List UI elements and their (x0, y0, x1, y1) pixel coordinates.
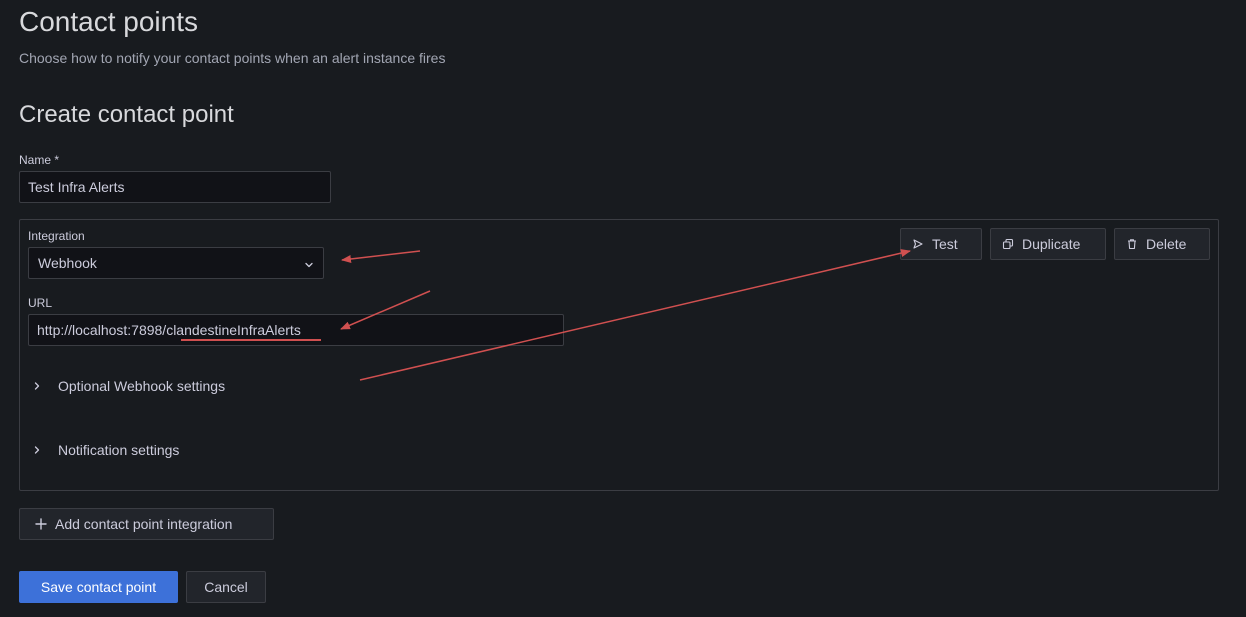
delete-button[interactable]: Delete (1114, 228, 1210, 260)
url-label: URL (28, 296, 53, 310)
integration-select-value: Webhook (38, 255, 97, 271)
delete-button-label: Delete (1146, 236, 1187, 252)
integration-select[interactable]: Webhook (28, 247, 324, 279)
name-input[interactable] (19, 171, 331, 203)
add-integration-label: Add contact point integration (55, 516, 233, 532)
chevron-right-icon (32, 445, 42, 455)
duplicate-button[interactable]: Duplicate (990, 228, 1106, 260)
duplicate-button-label: Duplicate (1022, 236, 1081, 252)
send-icon (912, 238, 924, 250)
section-title: Create contact point (19, 101, 234, 128)
contact-points-page: Contact points Choose how to notify your… (0, 0, 1246, 617)
chevron-down-icon (303, 258, 315, 270)
integration-card: Integration Webhook URL Test Duplicate (19, 219, 1219, 491)
test-button[interactable]: Test (900, 228, 982, 260)
url-input[interactable] (28, 314, 564, 346)
integration-label: Integration (28, 229, 85, 243)
cancel-button[interactable]: Cancel (186, 571, 266, 603)
chevron-right-icon (32, 381, 42, 391)
trash-icon (1126, 238, 1138, 250)
test-button-label: Test (932, 236, 958, 252)
save-contact-point-button[interactable]: Save contact point (19, 571, 178, 603)
plus-icon (35, 518, 47, 530)
cancel-button-label: Cancel (204, 579, 248, 595)
name-label: Name * (19, 153, 60, 167)
optional-webhook-settings-toggle[interactable]: Optional Webhook settings (28, 376, 225, 396)
add-integration-button[interactable]: Add contact point integration (19, 508, 274, 540)
optional-webhook-settings-label: Optional Webhook settings (58, 378, 226, 394)
notification-settings-label: Notification settings (58, 442, 180, 458)
page-subtitle: Choose how to notify your contact points… (19, 50, 446, 66)
copy-icon (1002, 238, 1014, 250)
page-title: Contact points (19, 6, 198, 37)
notification-settings-toggle[interactable]: Notification settings (28, 440, 179, 460)
